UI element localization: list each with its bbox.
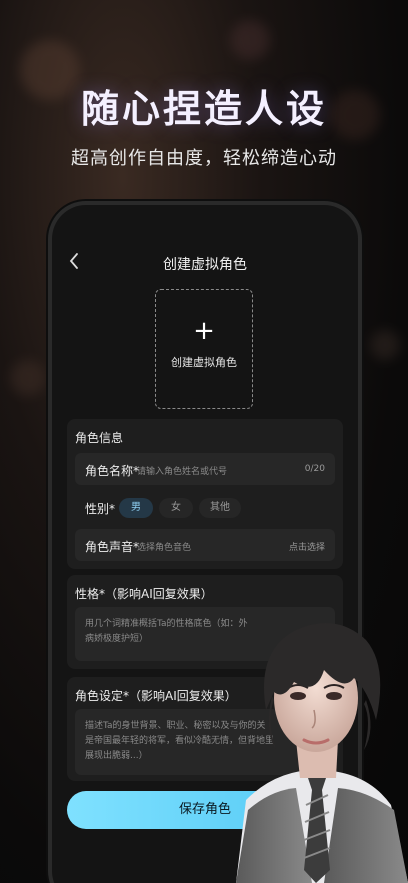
background-bokeh xyxy=(10,360,46,396)
background-bokeh xyxy=(370,330,400,360)
gender-label: 性别* xyxy=(85,502,116,516)
hero-title: 随心捏造人设 xyxy=(80,87,327,131)
name-field-placeholder: 请输入角色姓名或代号 xyxy=(137,467,228,477)
hero-subtitle: 超高创作自由度，轻松缔造心动 xyxy=(71,148,337,169)
name-char-counter: 0/20 xyxy=(304,464,325,474)
voice-select-action[interactable]: 点击选择 xyxy=(289,540,325,553)
voice-field-label: 角色声音* xyxy=(85,540,140,554)
gender-option-male[interactable]: 男 xyxy=(119,498,153,518)
avatar-upload-button[interactable]: + 创建虚拟角色 xyxy=(155,289,253,409)
character-illustration xyxy=(236,622,408,883)
page-title: 创建虚拟角色 xyxy=(163,257,247,273)
info-card: 角色信息 角色名称* 请输入角色姓名或代号 0/20 性别* 男 女 其他 角色… xyxy=(67,419,343,569)
name-field[interactable]: 角色名称* 请输入角色姓名或代号 0/20 xyxy=(75,453,335,485)
voice-field[interactable]: 角色声音* 选择角色音色 点击选择 xyxy=(75,529,335,561)
voice-field-placeholder: 选择角色音色 xyxy=(137,543,192,553)
setting-card-title: 角色设定*（影响AI回复效果） xyxy=(75,689,237,703)
personality-card-title: 性格*（影响AI回复效果） xyxy=(75,587,213,601)
info-card-title: 角色信息 xyxy=(75,431,124,445)
avatar-upload-label: 创建虚拟角色 xyxy=(171,356,237,369)
background-bokeh xyxy=(230,20,270,60)
gender-option-female[interactable]: 女 xyxy=(159,498,193,518)
plus-icon: + xyxy=(193,316,215,346)
gender-option-other[interactable]: 其他 xyxy=(199,498,241,518)
nav-bar: 创建虚拟角色 xyxy=(52,249,358,277)
name-field-label: 角色名称* xyxy=(85,464,140,478)
